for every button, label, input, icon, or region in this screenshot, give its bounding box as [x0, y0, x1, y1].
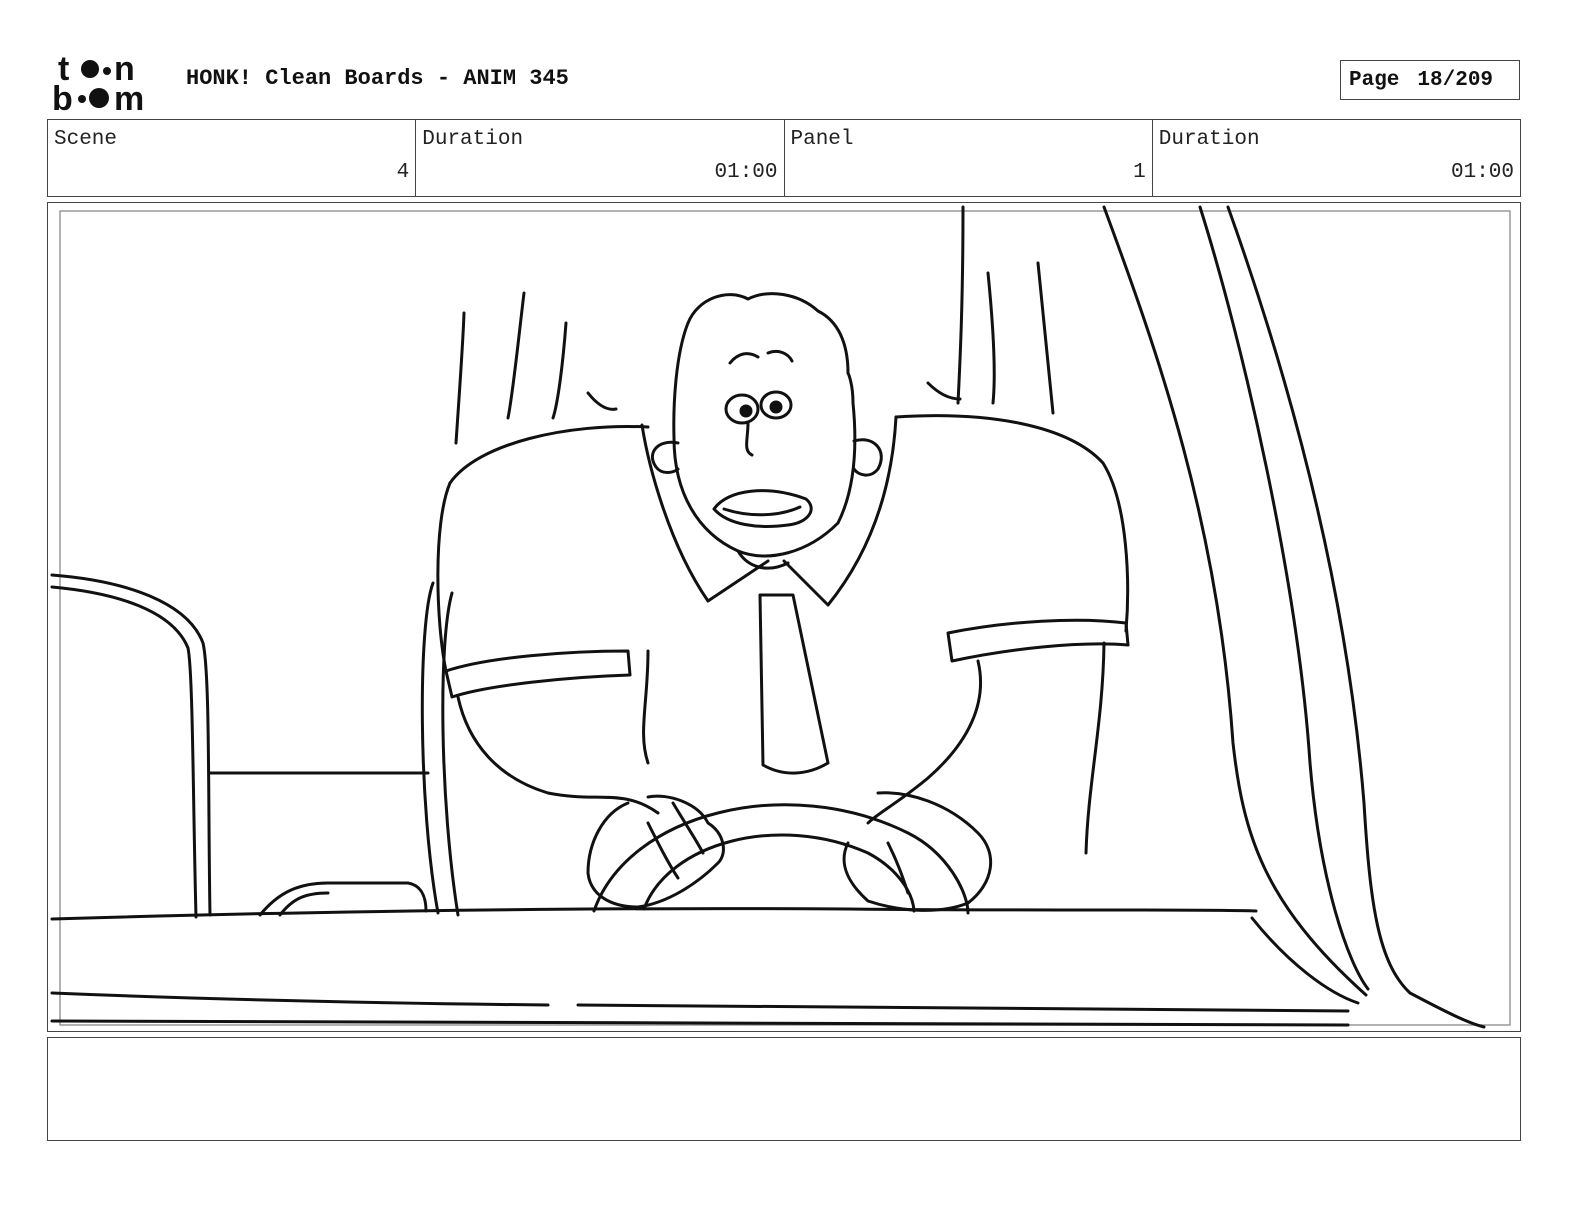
panel-label: Panel	[790, 128, 854, 151]
storyboard-drawing	[50, 205, 1511, 1029]
scene-duration-cell: Duration 01:00	[416, 120, 785, 196]
scene-duration-value: 01:00	[714, 161, 778, 184]
document-title: HONK! Clean Boards - ANIM 345	[186, 66, 569, 91]
storyboard-panel	[47, 202, 1521, 1032]
page-number: 18/209	[1417, 68, 1494, 92]
toon-boom-logo: t n b m	[52, 52, 144, 114]
scene-duration-label: Duration	[422, 128, 524, 151]
panel-duration-value: 01:00	[1450, 161, 1514, 184]
scene-cell: Scene 4	[48, 120, 417, 196]
scene-label: Scene	[54, 128, 118, 151]
panel-info-bar: Scene 4 Duration 01:00 Panel 1 Duration …	[47, 119, 1521, 197]
panel-notes	[47, 1037, 1521, 1141]
panel-value: 1	[1133, 161, 1146, 184]
svg-text:b: b	[52, 80, 73, 114]
panel-duration-cell: Duration 01:00	[1153, 120, 1520, 196]
page-indicator: Page 18/209	[1340, 60, 1520, 100]
svg-text:m: m	[114, 80, 144, 114]
panel-duration-label: Duration	[1158, 128, 1260, 151]
page-label: Page	[1349, 68, 1400, 92]
panel-cell: Panel 1	[785, 120, 1153, 196]
scene-value: 4	[396, 161, 410, 184]
